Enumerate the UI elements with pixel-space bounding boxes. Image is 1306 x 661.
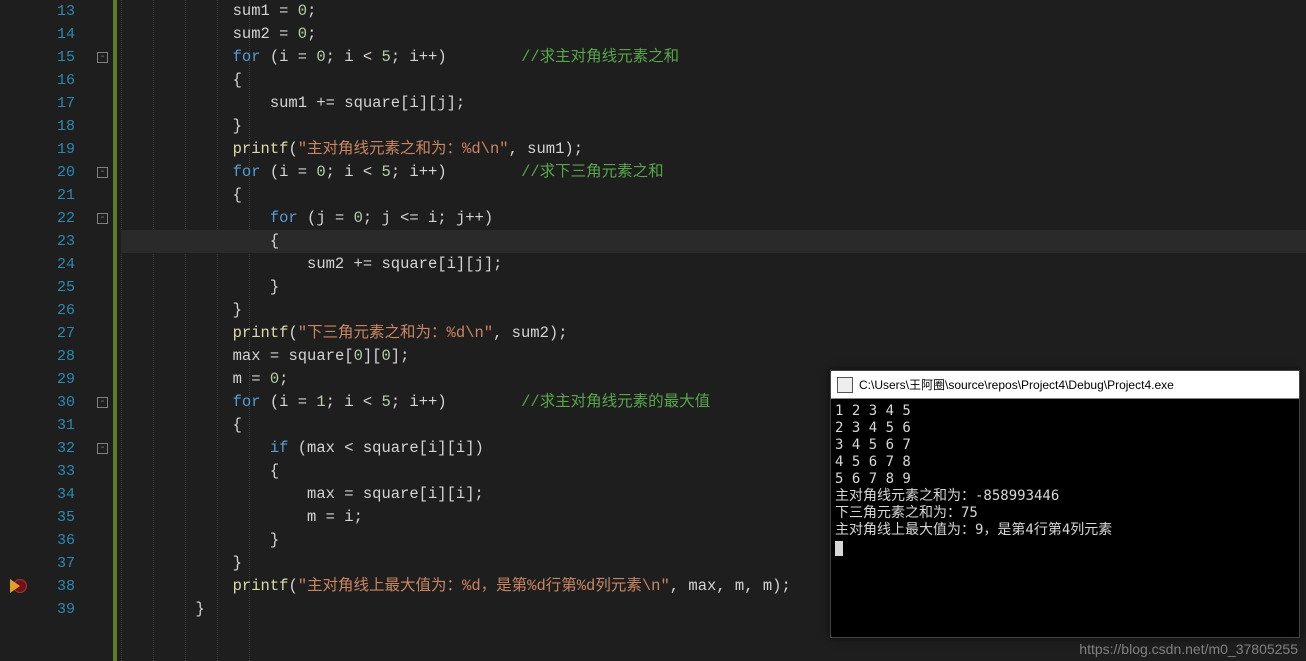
line-number: 18: [40, 115, 75, 138]
line-number: 32: [40, 437, 75, 460]
line-number: 14: [40, 23, 75, 46]
code-line[interactable]: sum2 += square[i][j];: [121, 253, 1306, 276]
line-number: 37: [40, 552, 75, 575]
code-line[interactable]: {: [121, 184, 1306, 207]
fold-toggle-icon[interactable]: -: [97, 213, 108, 224]
line-number: 39: [40, 598, 75, 621]
line-number: 25: [40, 276, 75, 299]
watermark-text: https://blog.csdn.net/m0_37805255: [1079, 641, 1298, 657]
code-line[interactable]: }: [121, 276, 1306, 299]
line-number-gutter: 1314151617181920212223242526272829303132…: [40, 0, 95, 661]
breakpoint-margin[interactable]: [0, 0, 40, 661]
line-number: 21: [40, 184, 75, 207]
line-number: 29: [40, 368, 75, 391]
line-number: 20: [40, 161, 75, 184]
line-number: 34: [40, 483, 75, 506]
console-titlebar[interactable]: C:\Users\王阿圈\source\repos\Project4\Debug…: [831, 371, 1299, 399]
code-line[interactable]: for (j = 0; j <= i; j++): [121, 207, 1306, 230]
fold-toggle-icon[interactable]: -: [97, 167, 108, 178]
fold-column[interactable]: - - - - -: [95, 0, 113, 661]
console-app-icon: [837, 377, 853, 393]
line-number: 24: [40, 253, 75, 276]
code-line[interactable]: }: [121, 299, 1306, 322]
line-number: 36: [40, 529, 75, 552]
console-output: 1 2 3 4 5 2 3 4 5 6 3 4 5 6 7 4 5 6 7 8 …: [831, 399, 1299, 560]
code-line[interactable]: {: [121, 230, 1306, 253]
line-number: 23: [40, 230, 75, 253]
code-line[interactable]: printf("主对角线元素之和为：%d\n", sum1);: [121, 138, 1306, 161]
code-line[interactable]: for (i = 0; i < 5; i++) //求主对角线元素之和: [121, 46, 1306, 69]
line-number: 38: [40, 575, 75, 598]
code-line[interactable]: max = square[0][0];: [121, 345, 1306, 368]
line-number: 19: [40, 138, 75, 161]
line-number: 33: [40, 460, 75, 483]
line-number: 27: [40, 322, 75, 345]
line-number: 17: [40, 92, 75, 115]
code-line[interactable]: {: [121, 69, 1306, 92]
code-line[interactable]: sum2 = 0;: [121, 23, 1306, 46]
console-cursor: [835, 541, 843, 556]
line-number: 15: [40, 46, 75, 69]
line-number: 30: [40, 391, 75, 414]
line-number: 35: [40, 506, 75, 529]
code-line[interactable]: }: [121, 115, 1306, 138]
code-line[interactable]: sum1 = 0;: [121, 0, 1306, 23]
line-number: 13: [40, 0, 75, 23]
execution-arrow-icon: [10, 579, 20, 593]
fold-toggle-icon[interactable]: -: [97, 397, 108, 408]
line-number: 31: [40, 414, 75, 437]
code-line[interactable]: for (i = 0; i < 5; i++) //求下三角元素之和: [121, 161, 1306, 184]
fold-toggle-icon[interactable]: -: [97, 443, 108, 454]
line-number: 26: [40, 299, 75, 322]
console-window[interactable]: C:\Users\王阿圈\source\repos\Project4\Debug…: [830, 370, 1300, 638]
console-title-text: C:\Users\王阿圈\source\repos\Project4\Debug…: [859, 376, 1174, 393]
line-number: 16: [40, 69, 75, 92]
line-number: 22: [40, 207, 75, 230]
code-line[interactable]: sum1 += square[i][j];: [121, 92, 1306, 115]
code-line[interactable]: printf("下三角元素之和为：%d\n", sum2);: [121, 322, 1306, 345]
line-number: 28: [40, 345, 75, 368]
fold-toggle-icon[interactable]: -: [97, 52, 108, 63]
